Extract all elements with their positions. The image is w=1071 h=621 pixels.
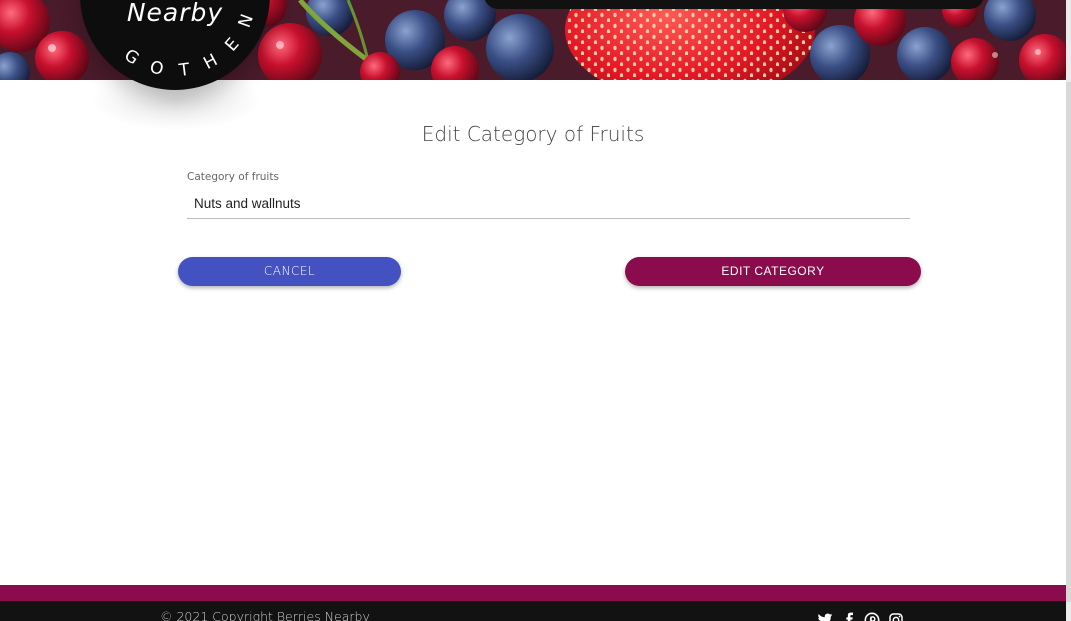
- page-title: Edit Category of Fruits: [421, 122, 645, 146]
- logo-arc-letter: H: [200, 50, 221, 74]
- instagram-icon[interactable]: [888, 612, 904, 621]
- scrollbar-thumb[interactable]: [1066, 82, 1071, 602]
- category-name-input[interactable]: [187, 189, 910, 219]
- copyright-text: © 2021 Copyright Berries Nearby: [160, 609, 370, 621]
- twitter-icon[interactable]: [817, 612, 833, 621]
- page-scrollbar[interactable]: [1066, 0, 1071, 621]
- edit-category-button[interactable]: EDIT CATEGORY: [625, 257, 921, 286]
- footer: © 2021 Copyright Berries Nearby: [0, 601, 1066, 621]
- logo-arc-letter: E: [221, 34, 243, 55]
- footer-accent-band: [0, 585, 1066, 601]
- logo-arc-letter: G: [120, 45, 142, 69]
- pinterest-icon[interactable]: [864, 612, 880, 621]
- facebook-icon[interactable]: [841, 612, 857, 621]
- site-logo[interactable]: GOTHENBURG Nearby: [80, 0, 270, 90]
- category-field-label: Category of fruits: [187, 171, 279, 183]
- logo-wordmark: Nearby: [126, 0, 224, 27]
- logo-arc-letter: O: [148, 57, 166, 80]
- cancel-button[interactable]: CANCEL: [178, 257, 401, 286]
- logo-arc-letter: T: [177, 60, 191, 81]
- page: GOTHENBURG Nearby Edit Category of Fruit…: [0, 0, 1071, 621]
- top-nav-bar: [484, 0, 984, 9]
